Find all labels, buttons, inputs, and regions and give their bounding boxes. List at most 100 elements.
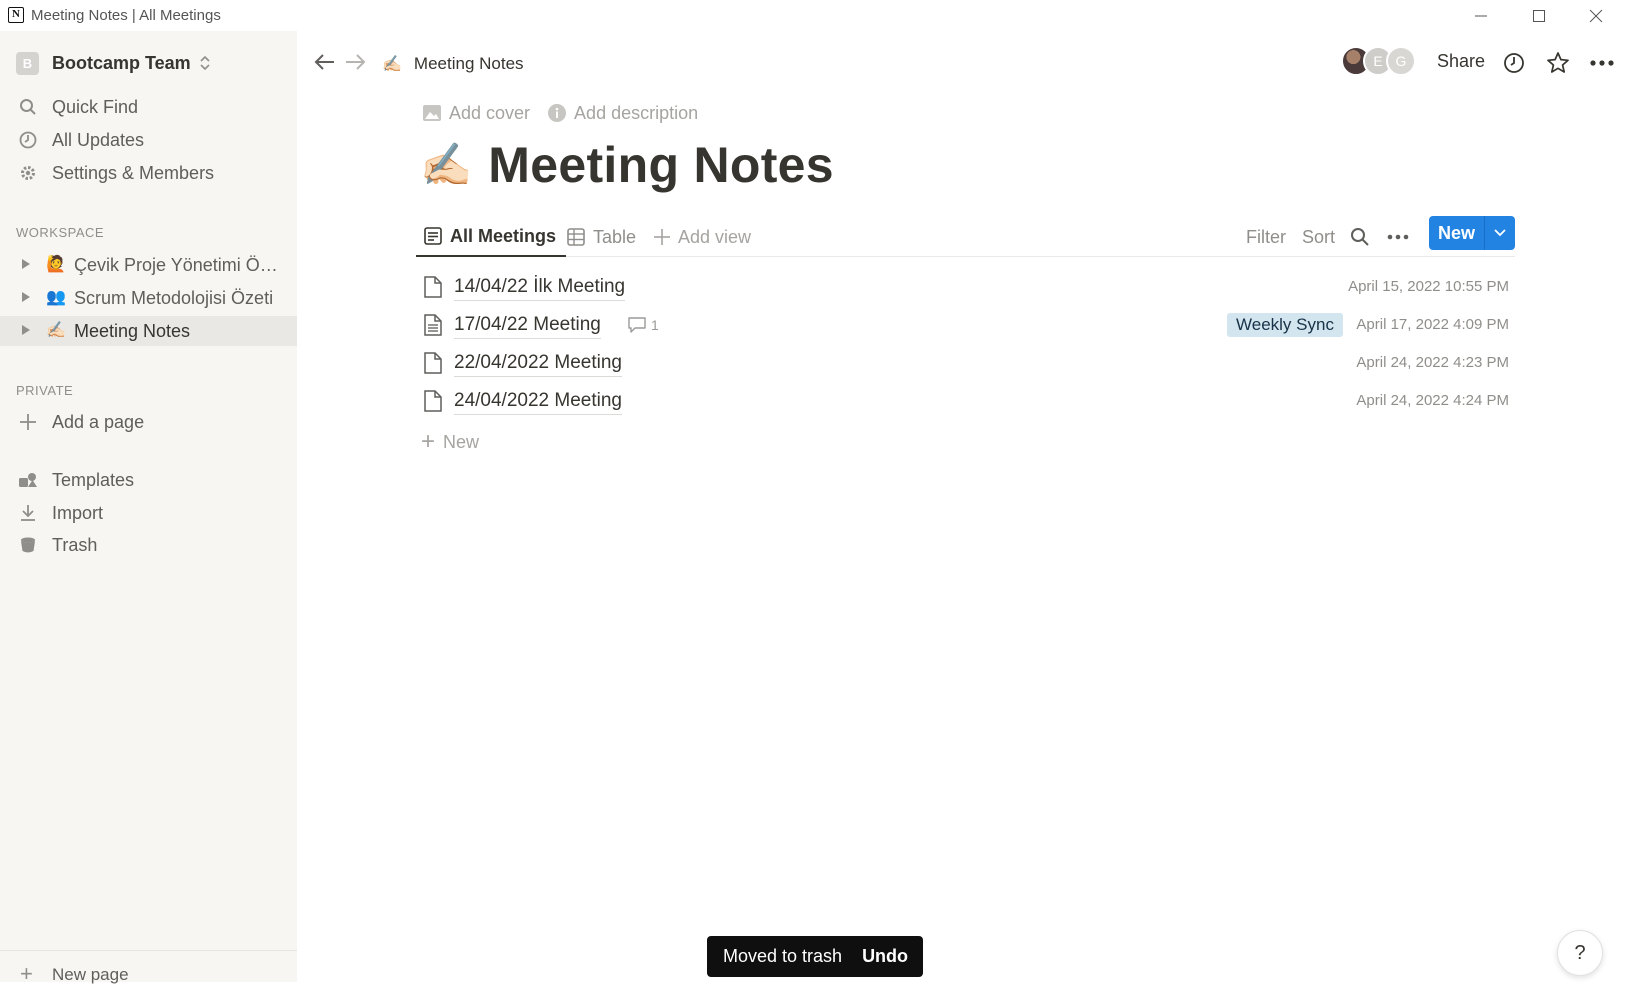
page-title[interactable]: Meeting Notes xyxy=(488,136,834,194)
tab-label: All Meetings xyxy=(450,225,557,246)
breadcrumb[interactable]: ✍🏻 Meeting Notes xyxy=(382,50,524,78)
document-text-icon xyxy=(424,314,442,336)
page-emoji-icon: ✍🏻 xyxy=(382,56,402,73)
list-item-title[interactable]: 22/04/2022 Meeting xyxy=(454,351,622,377)
forward-button[interactable] xyxy=(344,52,366,77)
page-header-actions: Add cover Add description xyxy=(423,101,716,125)
favorite-button[interactable] xyxy=(1544,49,1572,77)
sidebar-add-page[interactable]: Add a page xyxy=(0,407,297,437)
comment-count-value: 1 xyxy=(651,317,659,333)
sidebar-trash[interactable]: Trash xyxy=(0,530,297,560)
minimize-icon xyxy=(1475,15,1487,17)
list-item[interactable]: 22/04/2022 Meeting April 24, 2022 4:23 P… xyxy=(416,344,1515,382)
list-item-title[interactable]: 24/04/2022 Meeting xyxy=(454,389,622,415)
document-icon xyxy=(424,390,442,412)
sidebar-item-label: Import xyxy=(52,502,104,523)
list-item[interactable]: 17/04/22 Meeting 1 Weekly Sync April 17,… xyxy=(416,306,1515,344)
arrow-left-icon xyxy=(314,53,334,70)
page-emoji-icon: ✍🏻 xyxy=(46,322,66,339)
comment-count[interactable]: 1 xyxy=(628,317,659,333)
page-emoji-icon: 👥 xyxy=(46,289,66,306)
more-options-button[interactable] xyxy=(1588,49,1616,77)
filter-button[interactable]: Filter xyxy=(1246,217,1286,257)
close-icon xyxy=(1589,9,1603,23)
list-item-title[interactable]: 14/04/22 İlk Meeting xyxy=(454,275,626,301)
search-button[interactable] xyxy=(1350,217,1370,257)
workspace-section-label: WORKSPACE xyxy=(16,225,105,240)
arrow-right-icon xyxy=(346,53,366,70)
new-template-dropdown[interactable] xyxy=(1485,216,1515,250)
breadcrumb-title: Meeting Notes xyxy=(413,54,524,73)
sidebar-new-page[interactable]: + New page xyxy=(0,950,297,990)
plus-icon xyxy=(18,412,38,432)
sort-button[interactable]: Sort xyxy=(1302,217,1335,257)
chevron-updown-icon xyxy=(200,55,210,71)
document-icon xyxy=(424,352,442,374)
help-button[interactable]: ? xyxy=(1557,930,1603,976)
sidebar-page-cevik-proje[interactable]: 🙋 Çevik Proje Yönetimi Özeti xyxy=(0,250,297,280)
add-new-row-label: New xyxy=(443,431,480,452)
toast-message: Moved to trash xyxy=(723,946,843,966)
clock-icon xyxy=(18,130,38,150)
maximize-button[interactable] xyxy=(1516,2,1562,30)
search-icon xyxy=(1351,228,1369,246)
sidebar-page-label: Meeting Notes xyxy=(74,320,191,341)
avatar-g: G xyxy=(1386,46,1416,76)
add-cover-label: Add cover xyxy=(449,102,531,123)
page-emoji-icon: 🙋 xyxy=(46,256,66,273)
tab-table[interactable]: Table xyxy=(567,217,636,257)
workspace-switcher[interactable]: B Bootcamp Team xyxy=(16,50,211,76)
collaborator-avatars[interactable]: E G xyxy=(1341,46,1421,76)
tab-all-meetings[interactable]: All Meetings xyxy=(416,217,567,257)
expand-arrow-icon[interactable] xyxy=(22,325,30,335)
expand-arrow-icon[interactable] xyxy=(22,292,30,302)
more-dots-icon xyxy=(1590,60,1614,66)
maximize-icon xyxy=(1533,10,1545,22)
expand-arrow-icon[interactable] xyxy=(22,259,30,269)
private-section-label: PRIVATE xyxy=(16,383,74,398)
page-icon[interactable]: ✍🏻 xyxy=(420,140,472,190)
sidebar-import[interactable]: Import xyxy=(0,498,297,528)
add-view-button[interactable]: Add view xyxy=(654,217,751,257)
info-icon xyxy=(548,104,567,122)
sidebar-settings-members[interactable]: Settings & Members xyxy=(0,158,297,188)
star-icon xyxy=(1547,52,1569,73)
close-window-button[interactable] xyxy=(1573,2,1619,30)
sidebar-templates[interactable]: Templates xyxy=(0,465,297,495)
list-item-title[interactable]: 17/04/22 Meeting xyxy=(454,313,601,339)
comment-icon xyxy=(628,317,646,333)
sidebar-item-label: Quick Find xyxy=(52,96,139,117)
page-title-block[interactable]: ✍🏻 Meeting Notes xyxy=(420,130,834,200)
sidebar-quick-find[interactable]: Quick Find xyxy=(0,92,297,122)
share-button[interactable]: Share xyxy=(1437,51,1485,72)
more-dots-icon xyxy=(1387,234,1409,240)
updates-button[interactable] xyxy=(1500,49,1528,77)
minimize-button[interactable] xyxy=(1458,2,1504,30)
add-view-label: Add view xyxy=(678,226,752,247)
sidebar-page-label: Scrum Metodolojisi Özeti xyxy=(74,287,274,308)
undo-button[interactable]: Undo xyxy=(862,946,908,967)
new-entry-button[interactable]: New xyxy=(1429,216,1485,250)
notion-logo-icon: N xyxy=(8,7,24,23)
add-description-button[interactable]: Add description xyxy=(548,103,698,124)
workspace-name: Bootcamp Team xyxy=(52,52,191,73)
list-item[interactable]: 24/04/2022 Meeting April 24, 2022 4:24 P… xyxy=(416,382,1515,420)
list-item[interactable]: 14/04/22 İlk Meeting April 15, 2022 10:5… xyxy=(416,268,1515,306)
back-button[interactable] xyxy=(314,52,336,77)
add-new-row-button[interactable]: + New xyxy=(421,428,479,456)
window-titlebar: N Meeting Notes | All Meetings xyxy=(0,0,1632,31)
clock-icon xyxy=(1504,53,1524,73)
document-icon xyxy=(424,276,442,298)
plus-icon: + xyxy=(20,961,33,986)
gear-icon xyxy=(18,163,38,183)
sidebar-page-scrum[interactable]: 👥 Scrum Metodolojisi Özeti xyxy=(0,283,297,313)
view-options-button[interactable] xyxy=(1387,217,1409,257)
sidebar-item-label: Templates xyxy=(52,469,135,490)
workspace-badge: B xyxy=(16,51,39,75)
list-view-icon xyxy=(424,227,442,245)
sidebar-page-meeting-notes[interactable]: ✍🏻 Meeting Notes xyxy=(0,316,297,346)
sidebar-all-updates[interactable]: All Updates xyxy=(0,125,297,155)
search-icon xyxy=(18,97,38,117)
plus-icon: + xyxy=(421,428,436,455)
add-cover-button[interactable]: Add cover xyxy=(423,103,530,124)
